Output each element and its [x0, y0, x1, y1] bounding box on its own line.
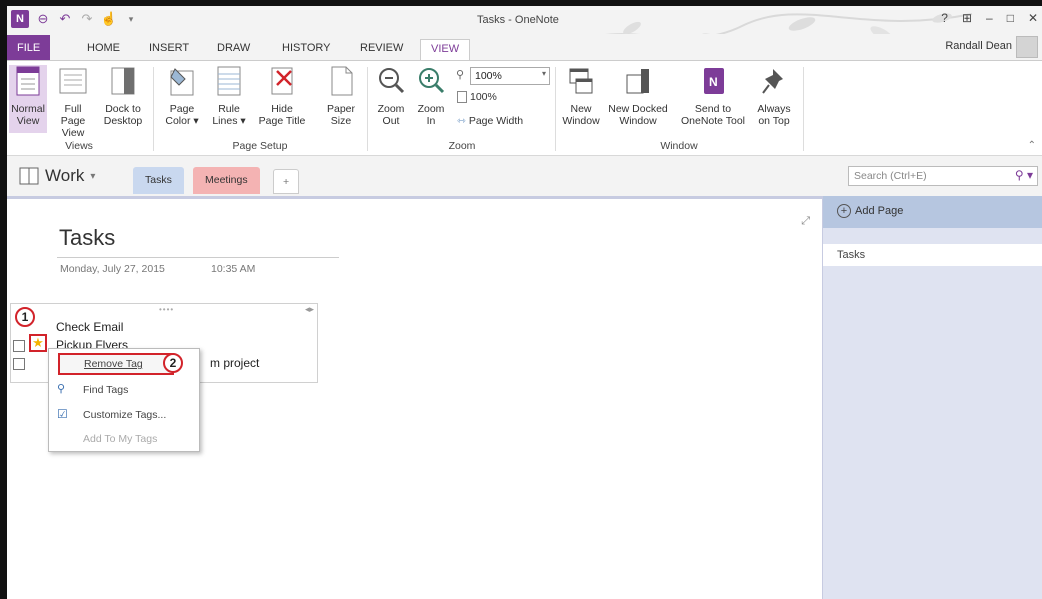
note-check-email[interactable]: Check Email	[56, 320, 123, 334]
tab-insert[interactable]: INSERT	[139, 39, 199, 60]
search-icon[interactable]: ⚲ ▾	[1015, 168, 1033, 182]
customize-tags-menu-item[interactable]: ☑ Customize Tags...	[49, 404, 199, 426]
section-tab-tasks[interactable]: Tasks	[133, 167, 184, 194]
page-color-button[interactable]: Page Color ▾	[159, 65, 205, 127]
group-label-zoom: Zoom	[448, 140, 476, 152]
add-to-my-tags-menu-item: Add To My Tags	[83, 433, 158, 445]
svg-text:N: N	[709, 75, 718, 89]
add-page-button[interactable]: + Add Page	[823, 196, 1042, 228]
todo-checkbox[interactable]	[13, 358, 25, 370]
touch-mode-icon[interactable]: ☝	[101, 11, 117, 27]
page-time: 10:35 AM	[211, 263, 256, 275]
ribbon-view: Normal View Full Page View Dock to Deskt…	[7, 60, 1042, 156]
title-divider	[57, 257, 339, 258]
back-icon[interactable]: ⊖	[35, 11, 51, 27]
new-window-button[interactable]: New Window	[559, 65, 603, 127]
page-list-item-tasks[interactable]: Tasks	[823, 244, 1042, 266]
dock-to-desktop-button[interactable]: Dock to Desktop	[99, 65, 147, 127]
tab-file[interactable]: FILE	[7, 35, 51, 60]
new-docked-window-icon	[626, 69, 649, 94]
rule-lines-button[interactable]: Rule Lines ▾	[208, 65, 250, 127]
resize-handle-icon[interactable]: ◂▸	[305, 304, 314, 315]
page-date: Monday, July 27, 2015	[60, 263, 165, 275]
notebook-icon	[19, 167, 39, 185]
pages-pane: + Add Page Tasks	[822, 196, 1042, 599]
zoom-out-icon	[379, 68, 405, 94]
expand-icon[interactable]: ⤢	[801, 215, 810, 228]
normal-view-button[interactable]: Normal View	[9, 65, 47, 133]
new-window-icon	[569, 68, 593, 94]
collapse-ribbon-icon[interactable]: ⌃	[1028, 140, 1036, 151]
user-name[interactable]: Randall Dean	[945, 40, 1012, 52]
page-width-button[interactable]: ⇿ Page Width	[457, 115, 523, 127]
group-label-views: Views	[65, 140, 93, 152]
new-docked-window-button[interactable]: New Docked Window	[605, 65, 671, 127]
find-tags-menu-item[interactable]: ⚲ Find Tags	[49, 379, 199, 401]
find-tags-icon: ⚲	[57, 383, 66, 395]
todo-checkbox[interactable]	[13, 340, 25, 352]
ribbon-tabs: FILE HOME INSERT DRAW HISTORY REVIEW VIE…	[7, 34, 1042, 60]
page-color-icon	[170, 68, 194, 96]
redo-icon[interactable]: ↷	[79, 11, 95, 27]
send-to-onenote-tool-button[interactable]: N Send to OneNote Tool	[675, 65, 751, 127]
tab-history[interactable]: HISTORY	[272, 39, 341, 60]
ribbon-display-options-icon[interactable]: ⊞	[962, 11, 972, 25]
paper-size-button[interactable]: Paper Size	[322, 65, 360, 127]
paper-size-icon	[331, 66, 353, 96]
zoom-in-button[interactable]: Zoom In	[413, 65, 449, 127]
user-avatar[interactable]	[1016, 36, 1038, 58]
customize-qat-icon[interactable]: ▾	[123, 11, 139, 27]
rule-lines-icon	[217, 66, 241, 96]
tab-view[interactable]: VIEW	[420, 39, 471, 60]
quick-access-toolbar: N ⊖ ↶ ↷ ☝ ▾	[11, 10, 139, 28]
customize-tags-icon: ☑	[57, 407, 68, 421]
notebook-bar: Work ▾ Tasks Meetings + Search (Ctrl+E) …	[7, 156, 1042, 196]
page-title[interactable]: Tasks	[59, 225, 115, 251]
window-title: Tasks - OneNote	[477, 14, 559, 26]
add-page-icon: +	[837, 204, 851, 218]
dock-icon	[111, 67, 135, 95]
undo-icon[interactable]: ↶	[57, 11, 73, 27]
onenote-tool-icon: N	[704, 68, 724, 94]
step-marker-1: 1	[15, 307, 35, 327]
remove-tag-menu-item[interactable]: Remove Tag	[58, 353, 174, 375]
onenote-logo-icon: N	[11, 10, 29, 28]
tab-home[interactable]: HOME	[77, 39, 130, 60]
zoom-100-button[interactable]: 100%	[457, 91, 497, 103]
notebook-selector[interactable]: Work ▾	[19, 166, 95, 186]
page-icon	[457, 91, 467, 103]
group-label-page-setup: Page Setup	[232, 140, 288, 152]
window-controls: ? ⊞ – □ ✕	[941, 11, 1038, 25]
zoom-magnifier-icon: ⚲	[456, 69, 465, 81]
hide-page-title-button[interactable]: Hide Page Title	[254, 65, 310, 127]
zoom-in-icon	[419, 68, 445, 94]
container-grip-icon[interactable]: ••••	[159, 305, 174, 314]
star-tag-icon[interactable]: ★	[29, 334, 47, 352]
zoom-out-button[interactable]: Zoom Out	[373, 65, 409, 127]
page-width-icon: ⇿	[457, 115, 466, 127]
tab-draw[interactable]: DRAW	[207, 39, 260, 60]
tab-review[interactable]: REVIEW	[350, 39, 413, 60]
pin-icon	[762, 69, 783, 94]
restore-button[interactable]: □	[1007, 11, 1014, 25]
hide-page-title-icon	[271, 67, 293, 95]
title-bar: N ⊖ ↶ ↷ ☝ ▾ Tasks - OneNote ? ⊞ – □ ✕	[7, 6, 1042, 47]
note-project[interactable]: m project	[210, 356, 259, 370]
section-tab-meetings[interactable]: Meetings	[193, 167, 260, 194]
search-input[interactable]: Search (Ctrl+E) ⚲ ▾	[848, 166, 1038, 186]
add-section-button[interactable]: +	[273, 169, 300, 194]
full-page-view-button[interactable]: Full Page View	[51, 65, 95, 139]
minimize-button[interactable]: –	[986, 11, 993, 25]
always-on-top-button[interactable]: Always on Top	[751, 65, 797, 127]
chevron-down-icon: ▾	[90, 170, 96, 182]
zoom-level-combo[interactable]: 100% ▾	[470, 67, 550, 85]
step-marker-2: 2	[163, 353, 183, 373]
group-label-window: Window	[660, 140, 698, 152]
help-button[interactable]: ?	[941, 11, 948, 25]
full-page-view-icon	[59, 68, 87, 94]
normal-view-icon	[16, 66, 40, 96]
close-button[interactable]: ✕	[1028, 11, 1038, 25]
